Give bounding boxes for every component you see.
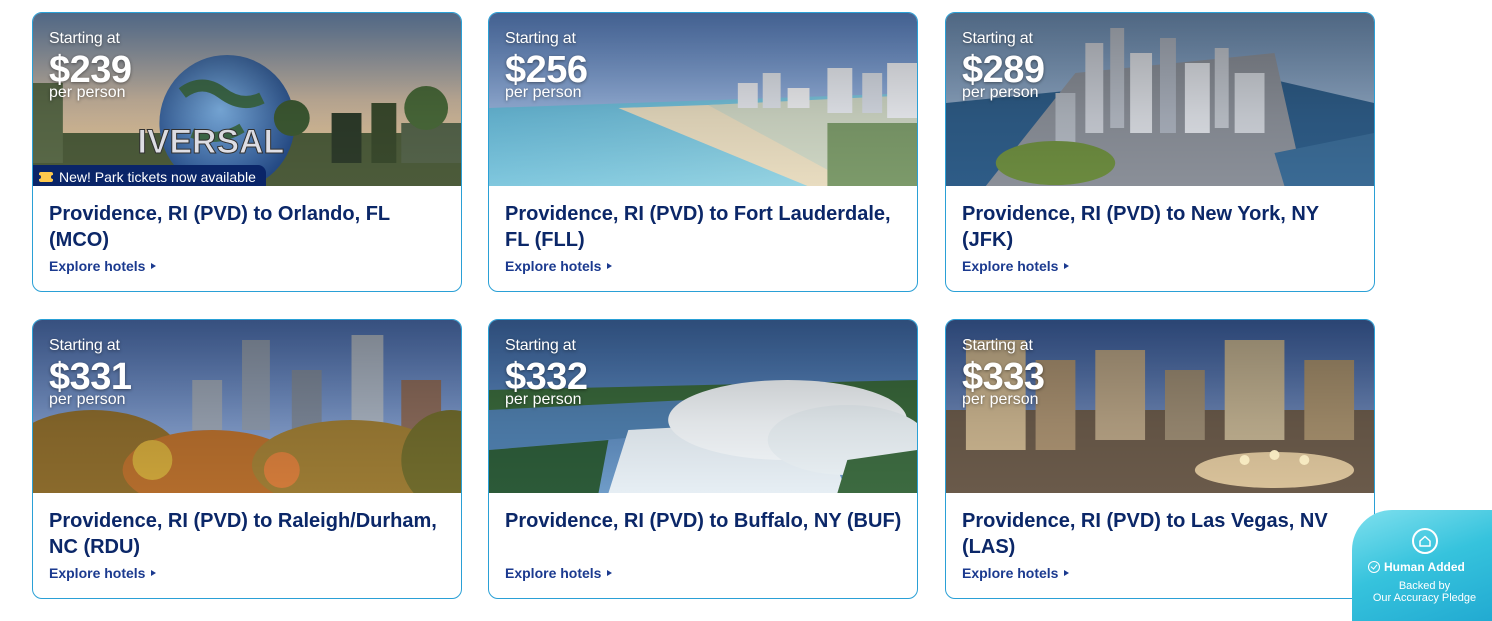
route-title[interactable]: Providence, RI (PVD) to Raleigh/Durham, … — [49, 508, 449, 560]
route-title[interactable]: Providence, RI (PVD) to New York, NY (JF… — [962, 201, 1362, 253]
route-title[interactable]: Providence, RI (PVD) to Fort Lauderdale,… — [505, 201, 905, 253]
price-block: Starting at $289 per person — [962, 30, 1045, 102]
explore-hotels-label: Explore hotels — [962, 565, 1059, 581]
raleigh-skyline-image: Starting at $331 per person — [33, 320, 461, 493]
deal-card-new-york[interactable]: Starting at $289 per person Providence, … — [945, 12, 1375, 292]
deal-card-las-vegas[interactable]: Starting at $333 per person Providence, … — [945, 319, 1375, 599]
per-person-label: per person — [49, 84, 126, 101]
deals-grid: IVERSAL Starting at $239 per person New!… — [32, 12, 1376, 602]
human-added-title-row: Human Added — [1368, 560, 1465, 574]
explore-hotels-link[interactable]: Explore hotels — [49, 258, 157, 274]
explore-hotels-label: Explore hotels — [505, 258, 602, 274]
price-block: Starting at $333 per person — [962, 337, 1045, 409]
check-circle-icon — [1368, 561, 1380, 573]
deal-card-fort-lauderdale[interactable]: Starting at $256 per person Providence, … — [488, 12, 918, 292]
backed-by-text: Backed by — [1398, 580, 1451, 592]
deal-card-buffalo[interactable]: Starting at $332 per person Providence, … — [488, 319, 918, 599]
badge-label: New! Park tickets now available — [59, 169, 256, 185]
price-block: Starting at $256 per person — [505, 30, 588, 102]
accuracy-pledge-label: Our Accuracy Pledge — [1372, 592, 1477, 604]
beach-image: Starting at $256 per person — [489, 13, 917, 186]
price-block: Starting at $332 per person — [505, 337, 588, 409]
deal-card-raleigh-durham[interactable]: Starting at $331 per person Providence, … — [32, 319, 462, 599]
explore-hotels-label: Explore hotels — [49, 258, 146, 274]
per-person-label: per person — [505, 84, 582, 101]
route-title[interactable]: Providence, RI (PVD) to Buffalo, NY (BUF… — [505, 508, 905, 534]
human-added-title: Human Added — [1384, 560, 1465, 574]
niagara-falls-image: Starting at $332 per person — [489, 320, 917, 493]
starting-at-label: Starting at — [505, 337, 576, 354]
per-person-label: per person — [962, 391, 1039, 408]
starting-at-label: Starting at — [505, 30, 576, 47]
explore-hotels-label: Explore hotels — [49, 565, 146, 581]
starting-at-label: Starting at — [962, 337, 1033, 354]
caret-right-icon — [1064, 263, 1070, 269]
human-added-badge[interactable]: Human Added Backed by Our Accuracy Pledg… — [1352, 510, 1492, 621]
explore-hotels-link[interactable]: Explore hotels — [505, 565, 613, 581]
starting-at-label: Starting at — [49, 30, 120, 47]
explore-hotels-label: Explore hotels — [505, 565, 602, 581]
route-title[interactable]: Providence, RI (PVD) to Las Vegas, NV (L… — [962, 508, 1362, 560]
explore-hotels-link[interactable]: Explore hotels — [49, 565, 157, 581]
caret-right-icon — [151, 570, 157, 576]
las-vegas-image: Starting at $333 per person — [946, 320, 1374, 493]
starting-at-label: Starting at — [49, 337, 120, 354]
per-person-label: per person — [49, 391, 126, 408]
ticket-icon — [37, 172, 55, 182]
explore-hotels-link[interactable]: Explore hotels — [505, 258, 613, 274]
per-person-label: per person — [505, 391, 582, 408]
caret-right-icon — [1064, 570, 1070, 576]
manhattan-image: Starting at $289 per person — [946, 13, 1374, 186]
explore-hotels-link[interactable]: Explore hotels — [962, 258, 1070, 274]
price-block: Starting at $331 per person — [49, 337, 132, 409]
explore-hotels-link[interactable]: Explore hotels — [962, 565, 1070, 581]
caret-right-icon — [607, 263, 613, 269]
explore-hotels-label: Explore hotels — [962, 258, 1059, 274]
orlando-universal-image: IVERSAL Starting at $239 per person New!… — [33, 13, 461, 186]
per-person-label: per person — [962, 84, 1039, 101]
caret-right-icon — [607, 570, 613, 576]
accuracy-pledge-text: Backed by Our Accuracy Pledge — [1352, 580, 1492, 604]
starting-at-label: Starting at — [962, 30, 1033, 47]
home-pledge-icon — [1412, 528, 1438, 554]
route-title[interactable]: Providence, RI (PVD) to Orlando, FL (MCO… — [49, 201, 449, 253]
caret-right-icon — [151, 263, 157, 269]
deal-card-orlando[interactable]: IVERSAL Starting at $239 per person New!… — [32, 12, 462, 292]
park-tickets-badge: New! Park tickets now available — [33, 165, 266, 186]
price-block: Starting at $239 per person — [49, 30, 132, 102]
